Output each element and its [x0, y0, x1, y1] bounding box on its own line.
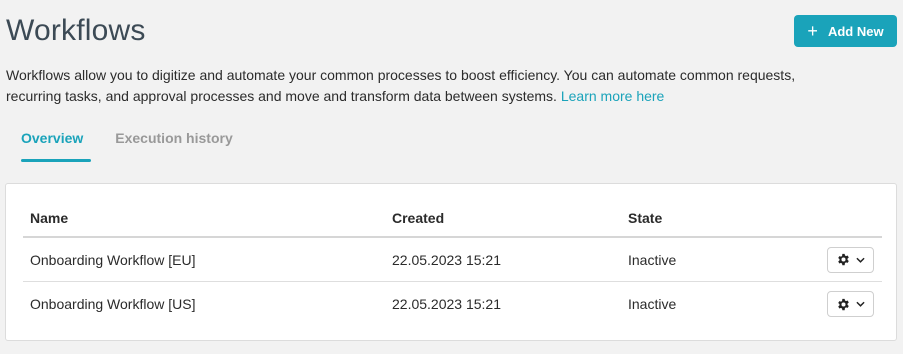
workflows-table-card: Name Created State Onboarding Workflow […: [5, 183, 897, 341]
add-new-label: Add New: [827, 23, 884, 39]
column-header-name: Name: [30, 210, 69, 226]
workflow-created: 22.05.2023 15:21: [392, 296, 501, 312]
page-title: Workflows: [6, 14, 146, 47]
chevron-down-icon: [855, 301, 865, 307]
column-header-created: Created: [392, 210, 445, 226]
row-actions-button[interactable]: [827, 246, 874, 273]
workflow-state: Inactive: [628, 296, 677, 312]
tab-execution-history[interactable]: Execution history: [115, 127, 232, 163]
workflow-created: 22.05.2023 15:21: [392, 251, 501, 268]
workflow-name: Onboarding Workflow [US]: [30, 296, 196, 312]
workflows-page: Workflows + Add New Workflows allow you …: [0, 0, 903, 354]
column-header-state: State: [628, 210, 663, 226]
page-description: Workflows allow you to digitize and auto…: [6, 65, 806, 107]
table-row: Onboarding Workflow [US] 22.05.2023 15:2…: [23, 282, 882, 326]
chevron-down-icon: [855, 257, 865, 263]
table-row: Onboarding Workflow [EU] 22.05.2023 15:2…: [23, 238, 882, 282]
add-new-button[interactable]: + Add New: [794, 15, 897, 47]
workflow-name: Onboarding Workflow [EU]: [30, 251, 196, 268]
learn-more-link[interactable]: Learn more here: [561, 88, 665, 104]
workflow-state: Inactive: [628, 251, 677, 268]
tab-overview[interactable]: Overview: [21, 127, 92, 163]
tab-bar: Overview Execution history: [21, 127, 265, 163]
gear-icon: [837, 298, 850, 311]
workflows-table: Name Created State Onboarding Workflow […: [23, 200, 882, 326]
row-actions-button[interactable]: [827, 291, 874, 317]
gear-icon: [837, 253, 850, 266]
plus-icon: +: [807, 21, 818, 41]
table-header: Name Created State: [23, 200, 882, 238]
description-text: Workflows allow you to digitize and auto…: [6, 67, 796, 104]
